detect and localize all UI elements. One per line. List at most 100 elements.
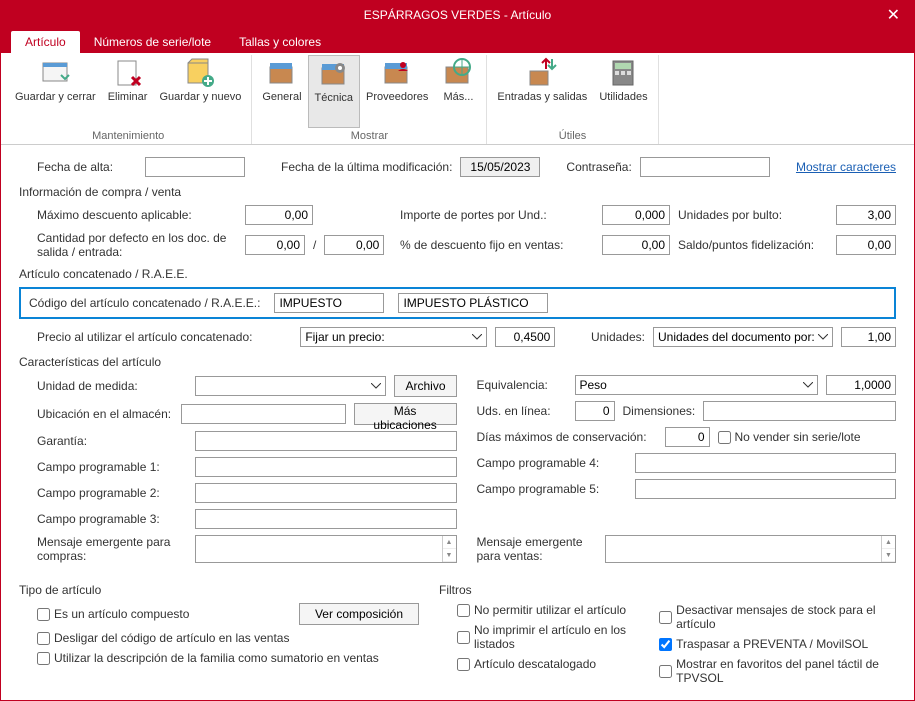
codigo-raee-input[interactable] [274,293,384,313]
raee-highlight: Código del artículo concatenado / R.A.E.… [19,287,896,319]
entradas-salidas-button[interactable]: Entradas y salidas [491,55,593,128]
codigo-raee-label: Código del artículo concatenado / R.A.E.… [29,296,260,310]
campo1-input[interactable] [195,457,457,477]
fijar-precio-select[interactable]: Fijar un precio: [300,327,487,347]
tab-articulo[interactable]: Artículo [11,31,80,53]
titlebar: ESPÁRRAGOS VERDES - Artículo ✕ [1,1,914,29]
dias-conserv-input[interactable] [665,427,710,447]
precio-concat-input[interactable] [495,327,555,347]
cant-salida-input[interactable] [245,235,305,255]
ver-composicion-button[interactable]: Ver composición [299,603,419,625]
mostrar-caracteres-link[interactable]: Mostrar caracteres [796,160,896,174]
fecha-mod-value [460,157,540,177]
max-desc-label: Máximo descuento aplicable: [37,208,237,222]
uds-linea-input[interactable] [575,401,615,421]
unidad-medida-label: Unidad de medida: [37,379,187,393]
compuesto-checkbox[interactable]: Es un artículo compuesto [37,607,189,621]
proveedores-button[interactable]: Proveedores [360,55,434,128]
window-title: ESPÁRRAGOS VERDES - Artículo [364,8,551,22]
ubicacion-input[interactable] [181,404,346,424]
unid-bulto-input[interactable] [836,205,896,225]
tecnica-button[interactable]: Técnica [308,55,361,128]
unid-bulto-label: Unidades por bulto: [678,208,828,222]
save-new-button[interactable]: Guardar y nuevo [153,55,247,128]
unidades-select[interactable]: Unidades del documento por: [653,327,833,347]
spin-down-icon[interactable]: ▼ [443,549,456,562]
utilidades-icon [607,57,639,89]
ribbon-group-show: Mostrar [351,128,388,144]
equivalencia-label: Equivalencia: [477,378,567,392]
fecha-alta-input[interactable] [145,157,245,177]
unidades-label: Unidades: [591,330,645,344]
equivalencia-input[interactable] [826,375,896,395]
campo1-label: Campo programable 1: [37,460,187,474]
campo3-label: Campo programable 3: [37,512,187,526]
campo3-input[interactable] [195,509,457,529]
dias-conserv-label: Días máximos de conservación: [477,430,657,444]
desactivar-stock-checkbox[interactable]: Desactivar mensajes de stock para el art… [659,603,896,631]
close-icon[interactable]: ✕ [879,3,908,27]
dimensiones-input[interactable] [703,401,896,421]
save-close-button[interactable]: Guardar y cerrar [9,55,102,128]
saldo-input[interactable] [836,235,896,255]
usar-desc-checkbox[interactable]: Utilizar la descripción de la familia co… [37,651,379,665]
uds-linea-label: Uds. en línea: [477,404,567,418]
importe-portes-label: Importe de portes por Und.: [400,208,594,222]
max-desc-input[interactable] [245,205,313,225]
spin-up-icon[interactable]: ▲ [882,536,895,549]
section-filtros: Filtros [439,583,896,597]
unidades-input[interactable] [841,327,896,347]
desc-fijo-label: % de descuento fijo en ventas: [400,238,594,252]
mas-ubicaciones-button[interactable]: Más ubicaciones [354,403,457,425]
ubicacion-label: Ubicación en el almacén: [37,407,173,421]
desc-raee-input[interactable] [398,293,548,313]
mensaje-ventas-label: Mensaje emergente para ventas: [477,535,597,563]
tab-strip: Artículo Números de serie/lote Tallas y … [1,29,914,53]
campo5-input[interactable] [635,479,897,499]
tab-serie-lote[interactable]: Números de serie/lote [80,31,225,53]
desc-fijo-input[interactable] [602,235,670,255]
ribbon: Guardar y cerrar Eliminar Guardar y nuev… [1,53,914,145]
general-button[interactable]: General [256,55,307,128]
tab-tallas-colores[interactable]: Tallas y colores [225,31,335,53]
garantia-input[interactable] [195,431,457,451]
mensaje-compras-input[interactable] [196,536,442,562]
section-raee: Artículo concatenado / R.A.E.E. [19,267,896,281]
section-caracteristicas: Características del artículo [19,355,896,369]
general-icon [266,57,298,89]
favoritos-checkbox[interactable]: Mostrar en favoritos del panel táctil de… [659,657,896,685]
campo4-label: Campo programable 4: [477,456,627,470]
save-new-icon [184,57,216,89]
mensaje-compras-label: Mensaje emergente para compras: [37,535,187,563]
ribbon-group-util: Útiles [559,128,587,144]
mensaje-ventas-input[interactable] [606,536,882,562]
campo4-input[interactable] [635,453,897,473]
precio-concat-label: Precio al utilizar el artículo concatena… [37,330,292,344]
spin-down-icon[interactable]: ▼ [882,549,895,562]
utilidades-button[interactable]: Utilidades [593,55,653,128]
delete-icon [112,57,144,89]
no-permitir-checkbox[interactable]: No permitir utilizar el artículo [457,603,626,617]
delete-button[interactable]: Eliminar [102,55,154,128]
save-close-icon [39,57,71,89]
no-vender-checkbox[interactable]: No vender sin serie/lote [718,430,861,444]
campo5-label: Campo programable 5: [477,482,627,496]
section-compra-venta: Información de compra / venta [19,185,896,199]
mas-button[interactable]: Más... [434,55,482,128]
contrasena-input[interactable] [640,157,770,177]
unidad-medida-select[interactable] [195,376,386,396]
tecnica-icon [318,58,350,90]
section-tipo: Tipo de artículo [19,583,419,597]
saldo-label: Saldo/puntos fidelización: [678,238,828,252]
traspasar-checkbox[interactable]: Traspasar a PREVENTA / MovilSOL [659,637,868,651]
no-imprimir-checkbox[interactable]: No imprimir el artículo en los listados [457,623,639,651]
equivalencia-select[interactable]: Peso [575,375,819,395]
importe-portes-input[interactable] [602,205,670,225]
proveedores-icon [381,57,413,89]
campo2-input[interactable] [195,483,457,503]
spin-up-icon[interactable]: ▲ [443,536,456,549]
cant-entrada-input[interactable] [324,235,384,255]
desligar-checkbox[interactable]: Desligar del código de artículo en las v… [37,631,289,645]
archivo-button[interactable]: Archivo [394,375,456,397]
descatalogado-checkbox[interactable]: Artículo descatalogado [457,657,596,671]
